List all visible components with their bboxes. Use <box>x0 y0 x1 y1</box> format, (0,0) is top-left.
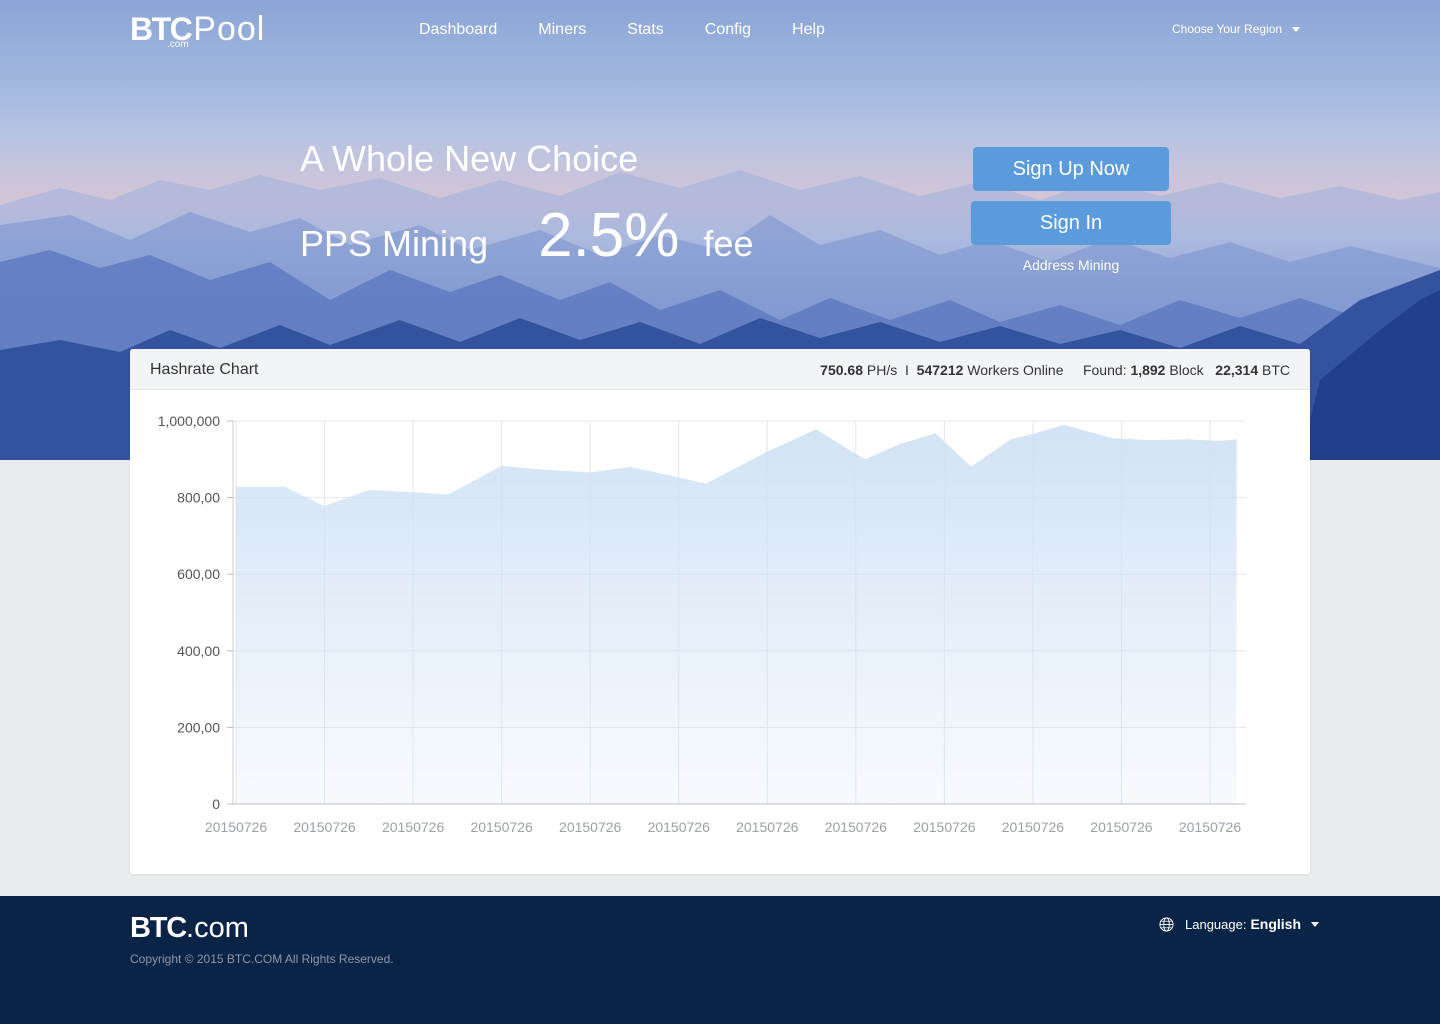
data-point-19 <box>1032 433 1034 435</box>
chart-area-series <box>235 424 1238 804</box>
btc-label: BTC <box>1262 362 1290 378</box>
y-tick-label-3: 600,00 <box>177 566 220 582</box>
sign-up-button[interactable]: Sign Up Now <box>973 147 1169 191</box>
footer-logo-btc: BTC <box>130 912 187 944</box>
y-tick-label-4: 800,00 <box>177 490 220 506</box>
y-tick-label-5: 1,000,000 <box>158 413 220 429</box>
nav-config[interactable]: Config <box>705 21 751 39</box>
language-value: English <box>1250 916 1302 932</box>
top-navigation: BTCPool .com Dashboard Miners Stats Conf… <box>0 0 1440 64</box>
pool-stats: 750.68 PH/s I 547212 Workers Online Foun… <box>820 362 1290 378</box>
data-point-11 <box>704 483 706 485</box>
data-point-5 <box>448 494 450 496</box>
footer-logo[interactable]: BTC.com <box>130 912 249 945</box>
copyright-text: Copyright © 2015 BTC.COM All Rights Rese… <box>130 952 394 966</box>
data-point-13 <box>815 428 817 430</box>
x-tick-label-1: 20150726 <box>293 819 356 835</box>
chevron-down-icon <box>1292 26 1301 32</box>
data-point-17 <box>970 466 972 468</box>
language-selector[interactable]: Language: English <box>1159 916 1320 932</box>
logo-dotcom-text: .com <box>167 39 189 50</box>
hashrate-area <box>236 424 1237 804</box>
data-point-3 <box>368 489 370 491</box>
chevron-down-icon <box>1311 921 1320 927</box>
address-mining-link[interactable]: Address Mining <box>971 257 1171 273</box>
x-tick-label-2: 20150726 <box>382 819 445 835</box>
data-point-4 <box>412 491 414 493</box>
data-point-14 <box>864 458 866 460</box>
nav-dashboard[interactable]: Dashboard <box>419 21 497 39</box>
data-point-15 <box>899 443 901 445</box>
data-point-1 <box>284 486 286 488</box>
pps-mining-label: PPS Mining <box>300 223 489 264</box>
chart-title: Hashrate Chart <box>150 361 259 378</box>
nav-help[interactable]: Help <box>792 21 825 39</box>
found-label: Found: <box>1082 362 1127 378</box>
logo-pool-text: Pool <box>193 10 266 48</box>
data-point-0 <box>235 486 237 488</box>
x-tick-label-3: 20150726 <box>470 819 533 835</box>
x-tick-label-7: 20150726 <box>825 819 888 835</box>
hero-headline: A Whole New Choice <box>300 138 639 179</box>
y-tick-label-0: 0 <box>212 796 220 812</box>
fee-label: fee <box>703 223 754 264</box>
hashrate-value: 750.68 <box>820 362 863 378</box>
y-tick-label-2: 400,00 <box>177 643 220 659</box>
hashrate-card: 0 200,00 400,00 600,00 800,00 1,000,000 20150… <box>130 349 1310 874</box>
y-tick-label-1: 200,00 <box>177 719 220 735</box>
btcpool-logo[interactable]: BTCPool .com <box>130 10 266 50</box>
data-point-7 <box>536 468 538 470</box>
btc-value: 22,314 <box>1215 362 1259 378</box>
data-point-24 <box>1218 440 1220 442</box>
data-point-21 <box>1112 437 1114 439</box>
stats-separator: I <box>905 362 909 378</box>
x-tick-label-0: 20150726 <box>205 819 268 835</box>
data-point-12 <box>766 451 768 453</box>
data-point-2 <box>324 505 326 507</box>
data-point-16 <box>935 432 937 434</box>
chart-y-tick-labels: 0 200,00 400,00 600,00 800,00 1,000,000 <box>158 413 221 812</box>
x-tick-label-11: 20150726 <box>1179 819 1242 835</box>
x-tick-label-8: 20150726 <box>913 819 976 835</box>
main-nav: Dashboard Miners Stats Config Help <box>419 21 866 39</box>
footer-logo-com: .com <box>186 912 249 944</box>
data-point-22 <box>1147 439 1149 441</box>
data-point-9 <box>629 466 631 468</box>
x-tick-label-4: 20150726 <box>559 819 622 835</box>
nav-stats[interactable]: Stats <box>627 21 663 39</box>
globe-icon <box>1159 916 1174 932</box>
x-tick-label-9: 20150726 <box>1002 819 1065 835</box>
data-point-23 <box>1187 438 1189 440</box>
hashrate-unit: PH/s <box>866 362 898 378</box>
data-point-6 <box>501 465 503 467</box>
sign-in-button[interactable]: Sign In <box>971 201 1171 245</box>
region-selector[interactable]: Choose Your Region <box>1172 22 1301 36</box>
x-tick-label-10: 20150726 <box>1090 819 1153 835</box>
data-point-20 <box>1063 424 1065 426</box>
data-point-18 <box>1010 438 1012 440</box>
nav-miners[interactable]: Miners <box>538 21 586 39</box>
data-point-8 <box>589 471 591 473</box>
workers-value: 547212 <box>916 362 964 378</box>
language-label: Language: <box>1185 916 1247 932</box>
data-point-10 <box>669 474 671 476</box>
fee-percent: 2.5% <box>538 201 680 270</box>
blocks-label: Block <box>1169 362 1204 378</box>
pps-fee-line: PPS Mining 2.5% fee <box>300 200 753 271</box>
hashrate-chart: 0 200,00 400,00 600,00 800,00 1,000,000 20150… <box>158 413 1246 835</box>
footer: BTC.com Copyright © 2015 BTC.COM All Rig… <box>0 896 1440 1024</box>
x-tick-label-5: 20150726 <box>648 819 711 835</box>
data-point-25 <box>1236 438 1238 440</box>
x-tick-label-6: 20150726 <box>736 819 799 835</box>
blocks-value: 1,892 <box>1130 362 1166 378</box>
region-label: Choose Your Region <box>1172 22 1283 36</box>
card-header: Hashrate Chart 750.68 PH/s I 547212 Work… <box>130 349 1310 390</box>
workers-label: Workers Online <box>967 362 1064 378</box>
chart-x-tick-labels: 20150726 20150726 20150726 20150726 20150726… <box>205 819 1242 835</box>
